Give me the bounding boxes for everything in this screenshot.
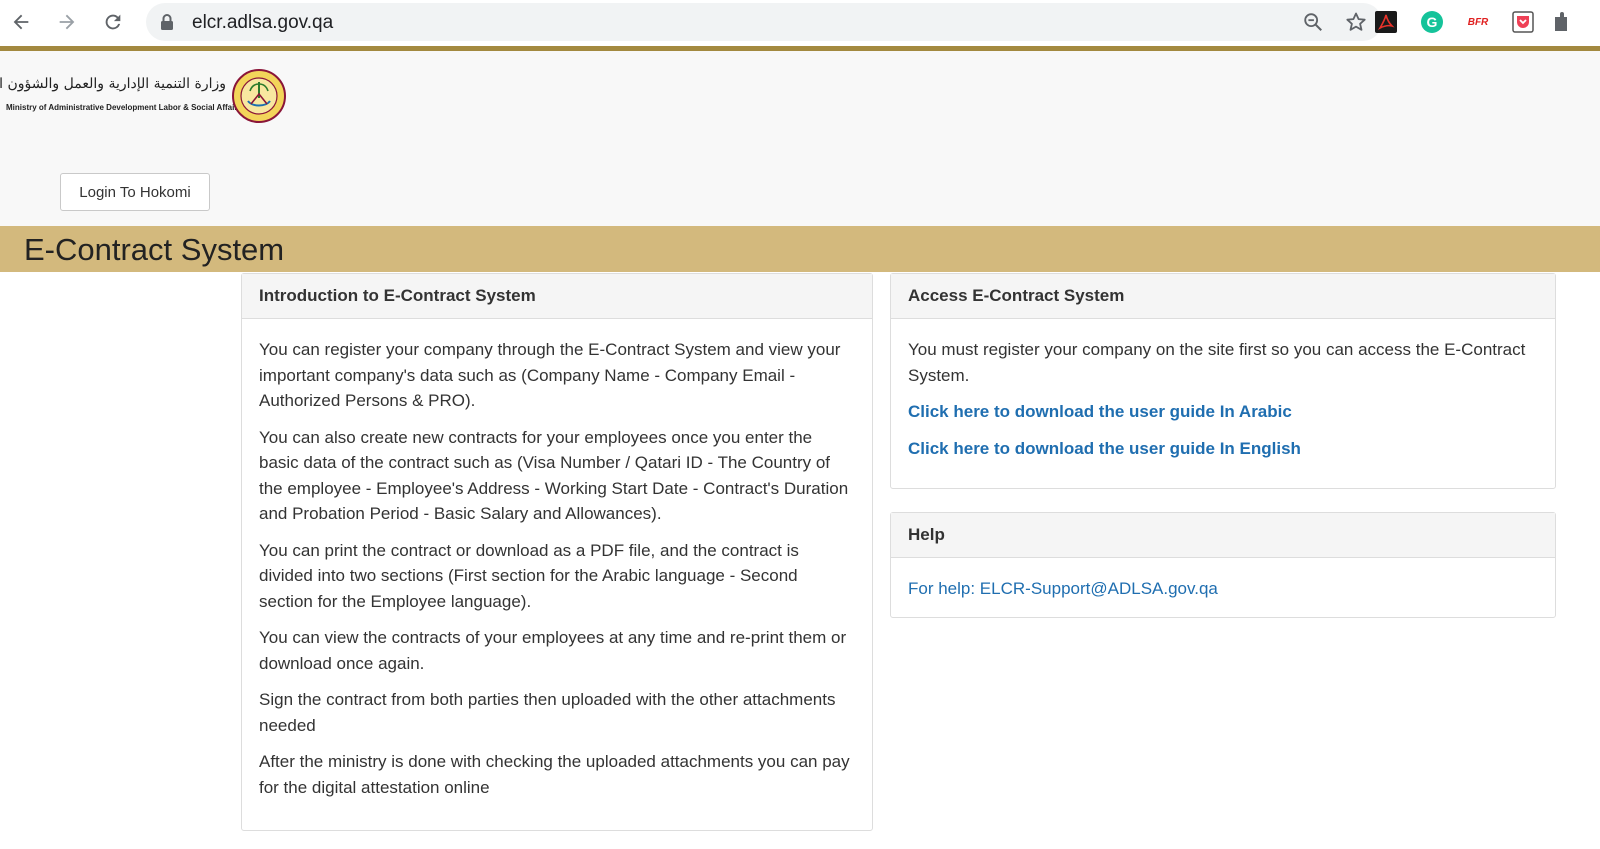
zoom-icon[interactable] xyxy=(1302,11,1324,38)
lock-icon xyxy=(160,13,174,36)
access-panel-body: You must register your company on the si… xyxy=(891,319,1555,482)
intro-paragraph: You can also create new contracts for yo… xyxy=(259,427,849,524)
bfr-extension-label: BFR xyxy=(1467,16,1489,28)
grammarly-extension-icon[interactable]: G xyxy=(1419,9,1445,35)
user-guide-arabic-link[interactable]: Click here to download the user guide In… xyxy=(908,402,1292,421)
reload-button[interactable] xyxy=(98,7,128,37)
bfr-extension-icon[interactable]: BFR xyxy=(1465,9,1491,35)
user-guide-english-link[interactable]: Click here to download the user guide In… xyxy=(908,439,1301,458)
page: وزارة التنمية الإدارية والعمل والشؤون ال… xyxy=(0,51,1600,849)
access-panel-heading: Access E-Contract System xyxy=(891,274,1555,319)
support-email-link[interactable]: For help: ELCR-Support@ADLSA.gov.qa xyxy=(908,579,1218,598)
arrow-right-icon xyxy=(59,14,75,30)
pocket-extension-icon[interactable] xyxy=(1510,9,1536,35)
login-to-hokomi-button[interactable]: Login To Hokomi xyxy=(60,173,210,211)
bookmark-star-icon[interactable] xyxy=(1344,10,1368,39)
address-bar[interactable]: elcr.adlsa.gov.qa xyxy=(146,3,1382,41)
help-panel: Help For help: ELCR-Support@ADLSA.gov.qa xyxy=(890,512,1556,618)
reload-icon xyxy=(105,14,121,30)
access-panel: Access E-Contract System You must regist… xyxy=(890,273,1556,489)
arrow-left-icon xyxy=(13,14,29,30)
svg-text:G: G xyxy=(1427,14,1438,30)
ministry-logo: وزارة التنمية الإدارية والعمل والشؤون ال… xyxy=(0,68,286,130)
qatar-seal-icon xyxy=(232,69,286,123)
back-button[interactable] xyxy=(6,7,36,37)
intro-paragraph: Sign the contract from both parties then… xyxy=(259,690,836,735)
page-title: E-Contract System xyxy=(24,232,285,267)
intro-paragraph: You can register your company through th… xyxy=(259,340,841,410)
intro-paragraph: After the ministry is done with checking… xyxy=(259,752,850,797)
puzzle-extension-icon[interactable] xyxy=(1552,9,1570,35)
logo-arabic-text: وزارة التنمية الإدارية والعمل والشؤون ال… xyxy=(0,76,227,92)
url-text: elcr.adlsa.gov.qa xyxy=(192,12,334,33)
forward-button[interactable] xyxy=(52,7,82,37)
logo-english-text: Ministry of Administrative Development L… xyxy=(6,103,242,112)
browser-toolbar: elcr.adlsa.gov.qa G BFR xyxy=(0,0,1600,46)
pdf-extension-icon[interactable] xyxy=(1373,9,1399,35)
intro-panel-body: You can register your company through th… xyxy=(242,319,872,821)
help-panel-body: For help: ELCR-Support@ADLSA.gov.qa xyxy=(891,558,1555,623)
header-area: وزارة التنمية الإدارية والعمل والشؤون ال… xyxy=(0,51,1600,226)
intro-paragraph: You can view the contracts of your emplo… xyxy=(259,628,847,673)
intro-panel-heading: Introduction to E-Contract System xyxy=(242,274,872,319)
title-band: E-Contract System xyxy=(0,226,1600,272)
intro-paragraph: You can print the contract or download a… xyxy=(259,540,799,611)
help-panel-heading: Help xyxy=(891,513,1555,558)
intro-panel: Introduction to E-Contract System You ca… xyxy=(241,273,873,831)
access-text: You must register your company on the si… xyxy=(908,340,1526,385)
